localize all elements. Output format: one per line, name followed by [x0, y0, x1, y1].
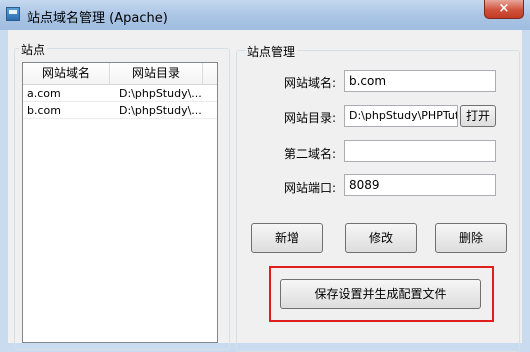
row-domain: a.com: [27, 87, 61, 100]
edit-button[interactable]: 修改: [345, 223, 417, 253]
second-domain-label: 第二域名:: [283, 147, 336, 161]
directory-label: 网站目录:: [283, 111, 336, 125]
second-domain-input[interactable]: [344, 140, 496, 162]
column-header-domain[interactable]: 网站域名: [23, 63, 110, 84]
app-icon: [6, 7, 20, 21]
domain-label: 网站域名:: [283, 76, 336, 90]
domain-input[interactable]: b.com: [344, 70, 496, 92]
close-button[interactable]: ×: [484, 0, 524, 19]
row-domain: b.com: [27, 104, 61, 117]
sites-group-label: 站点: [19, 41, 48, 58]
table-row[interactable]: a.com D:\phpStudy\...: [23, 85, 217, 102]
port-input[interactable]: 8089: [344, 174, 496, 196]
save-and-generate-config-button[interactable]: 保存设置并生成配置文件: [280, 279, 481, 309]
table-row[interactable]: b.com D:\phpStudy\...: [23, 102, 217, 119]
delete-button[interactable]: 删除: [435, 223, 507, 253]
sites-list[interactable]: 网站域名 网站目录 a.com D:\phpStudy\... b.com D:…: [22, 62, 218, 343]
title-bar[interactable]: 站点域名管理 (Apache) ×: [0, 0, 530, 30]
row-directory: D:\phpStudy\...: [119, 104, 202, 117]
directory-input[interactable]: D:\phpStudy\PHPTutor: [344, 105, 458, 127]
port-label: 网站端口:: [283, 181, 336, 195]
sites-list-header: 网站域名 网站目录: [23, 63, 217, 85]
window-client-area: 站点 网站域名 网站目录 a.com D:\phpStudy\... b.com…: [8, 30, 522, 352]
site-management-group-label: 站点管理: [245, 43, 298, 60]
add-button[interactable]: 新增: [251, 223, 323, 253]
window-title: 站点域名管理 (Apache): [27, 11, 168, 26]
browse-button[interactable]: 打开: [460, 105, 496, 127]
column-header-directory[interactable]: 网站目录: [110, 63, 203, 84]
row-directory: D:\phpStudy\...: [119, 87, 202, 100]
